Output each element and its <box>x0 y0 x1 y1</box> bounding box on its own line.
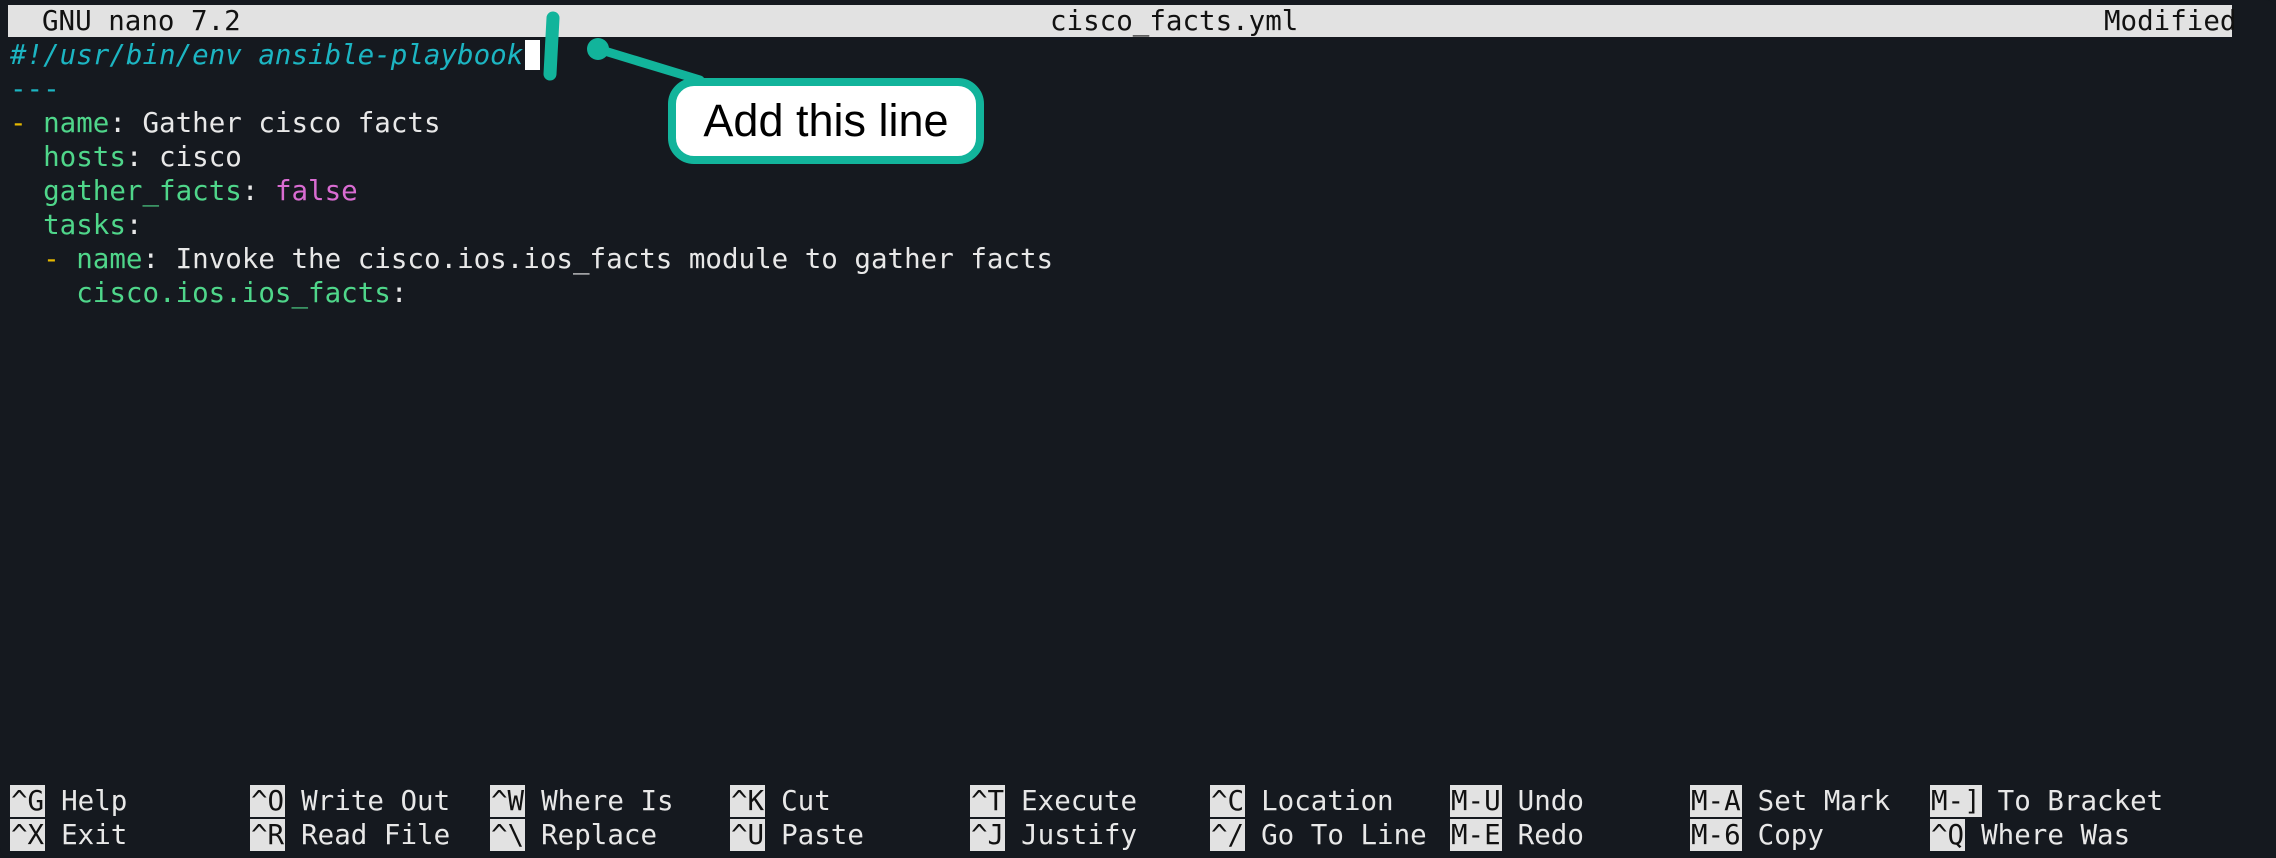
shortcut-key: ^\ <box>490 819 526 851</box>
shortcut-key: ^/ <box>1210 819 1246 851</box>
editor-line-3[interactable]: - name: Gather cisco facts <box>10 106 441 140</box>
list-dash: - <box>43 243 77 275</box>
yaml-key: hosts <box>43 141 126 173</box>
file-name: cisco_facts.yml <box>1050 5 1299 37</box>
shortcut-key: ^J <box>970 819 1006 851</box>
shortcut-item[interactable]: M-6 Copy <box>1690 818 1824 852</box>
shortcut-key: ^Q <box>1930 819 1966 851</box>
shortcut-label: Set Mark <box>1757 785 1891 817</box>
shortcut-key: M-] <box>1930 785 1982 817</box>
yaml-colon: : <box>125 209 143 241</box>
shortcut-key: ^O <box>250 785 286 817</box>
yaml-value: cisco <box>159 141 242 173</box>
shortcut-label: Write Out <box>301 785 451 817</box>
shortcut-key: ^U <box>730 819 766 851</box>
shortcut-label: Replace <box>541 819 658 851</box>
text-cursor <box>525 40 541 70</box>
shortcut-item[interactable]: M-] To Bracket <box>1930 784 2163 818</box>
shortcut-bar: ^G Help ^O Write Out ^W Where Is ^K Cut ^T Execut… <box>10 784 2250 854</box>
modified-status: Modified <box>2104 5 2237 37</box>
editor-line-8[interactable]: cisco.ios.ios_facts: <box>10 276 407 310</box>
shortcut-label: Copy <box>1757 819 1824 851</box>
shortcut-key: M-E <box>1450 819 1502 851</box>
yaml-colon: : <box>390 277 408 309</box>
shortcut-key: ^X <box>10 819 46 851</box>
terminal-window: GNU nano 7.2 cisco_facts.yml Modified #!… <box>0 0 2276 858</box>
yaml-key: tasks <box>43 209 126 241</box>
shortcut-label: Redo <box>1517 819 1584 851</box>
shortcut-item[interactable]: ^/ Go To Line <box>1210 818 1427 852</box>
list-dash: - <box>10 107 44 139</box>
shortcut-key: ^W <box>490 785 526 817</box>
shortcut-label: Undo <box>1517 785 1584 817</box>
editor-line-4[interactable]: hosts: cisco <box>10 140 242 174</box>
shortcut-label: Justify <box>1021 819 1138 851</box>
shortcut-label: Go To Line <box>1261 819 1427 851</box>
yaml-colon: : <box>142 243 176 275</box>
yaml-colon: : <box>241 175 275 207</box>
shebang-text: #!/usr/bin/env ansible-playbook <box>10 39 524 71</box>
editor-line-1[interactable]: #!/usr/bin/env ansible-playbook <box>10 38 541 72</box>
yaml-colon: : <box>125 141 160 173</box>
annotation-callout: Add this line <box>668 78 984 164</box>
shortcut-item[interactable]: ^R Read File <box>250 818 450 852</box>
shortcut-item[interactable]: M-E Redo <box>1450 818 1584 852</box>
app-version: GNU nano 7.2 <box>42 5 241 37</box>
shortcut-label: Where Is <box>541 785 674 817</box>
editor-line-7[interactable]: - name: Invoke the cisco.ios.ios_facts m… <box>10 242 1053 276</box>
shortcut-item[interactable]: M-U Undo <box>1450 784 1584 818</box>
yaml-key: name <box>43 107 110 139</box>
nano-title-bar: GNU nano 7.2 cisco_facts.yml Modified <box>8 5 2236 37</box>
shortcut-item[interactable]: ^\ Replace <box>490 818 657 852</box>
yaml-boolean: false <box>274 175 358 207</box>
shortcut-label: Exit <box>61 819 128 851</box>
shortcut-key: M-U <box>1450 785 1502 817</box>
yaml-value: Invoke the cisco.ios.ios_facts module to… <box>175 243 1054 275</box>
yaml-key: gather_facts <box>43 175 242 207</box>
shortcut-item[interactable]: ^T Execute <box>970 784 1137 818</box>
shortcut-item[interactable]: ^Q Where Was <box>1930 818 2130 852</box>
shortcut-key: ^G <box>10 785 46 817</box>
shortcut-item[interactable]: M-A Set Mark <box>1690 784 1890 818</box>
shortcut-label: Help <box>61 785 128 817</box>
editor-line-6[interactable]: tasks: <box>10 208 142 242</box>
shortcut-label: Paste <box>781 819 864 851</box>
yaml-colon: : <box>109 107 143 139</box>
shortcut-label: Cut <box>781 785 831 817</box>
shortcut-label: To Bracket <box>1997 785 2164 817</box>
shortcut-label: Execute <box>1021 785 1138 817</box>
shortcut-item[interactable]: ^W Where Is <box>490 784 674 818</box>
shortcut-item[interactable]: ^K Cut <box>730 784 831 818</box>
shortcut-label: Location <box>1261 785 1394 817</box>
shortcut-item[interactable]: ^X Exit <box>10 818 127 852</box>
shortcut-key: M-6 <box>1690 819 1742 851</box>
shortcut-key: ^K <box>730 785 766 817</box>
editor-line-2[interactable]: --- <box>10 72 60 106</box>
shortcut-label: Where Was <box>1981 819 2131 851</box>
shortcut-key: M-A <box>1690 785 1742 817</box>
shortcut-key: ^C <box>1210 785 1246 817</box>
shortcut-item[interactable]: ^G Help <box>10 784 127 818</box>
shortcut-item[interactable]: ^O Write Out <box>250 784 450 818</box>
shortcut-key: ^R <box>250 819 286 851</box>
yaml-key: cisco.ios.ios_facts <box>76 277 391 309</box>
shortcut-key: ^T <box>970 785 1006 817</box>
shortcut-label: Read File <box>301 819 451 851</box>
yaml-key: name <box>76 243 143 275</box>
editor-line-5[interactable]: gather_facts: false <box>10 174 358 208</box>
yaml-value: Gather cisco facts <box>142 107 441 139</box>
shortcut-item[interactable]: ^U Paste <box>730 818 864 852</box>
shortcut-item[interactable]: ^J Justify <box>970 818 1137 852</box>
shortcut-item[interactable]: ^C Location <box>1210 784 1394 818</box>
